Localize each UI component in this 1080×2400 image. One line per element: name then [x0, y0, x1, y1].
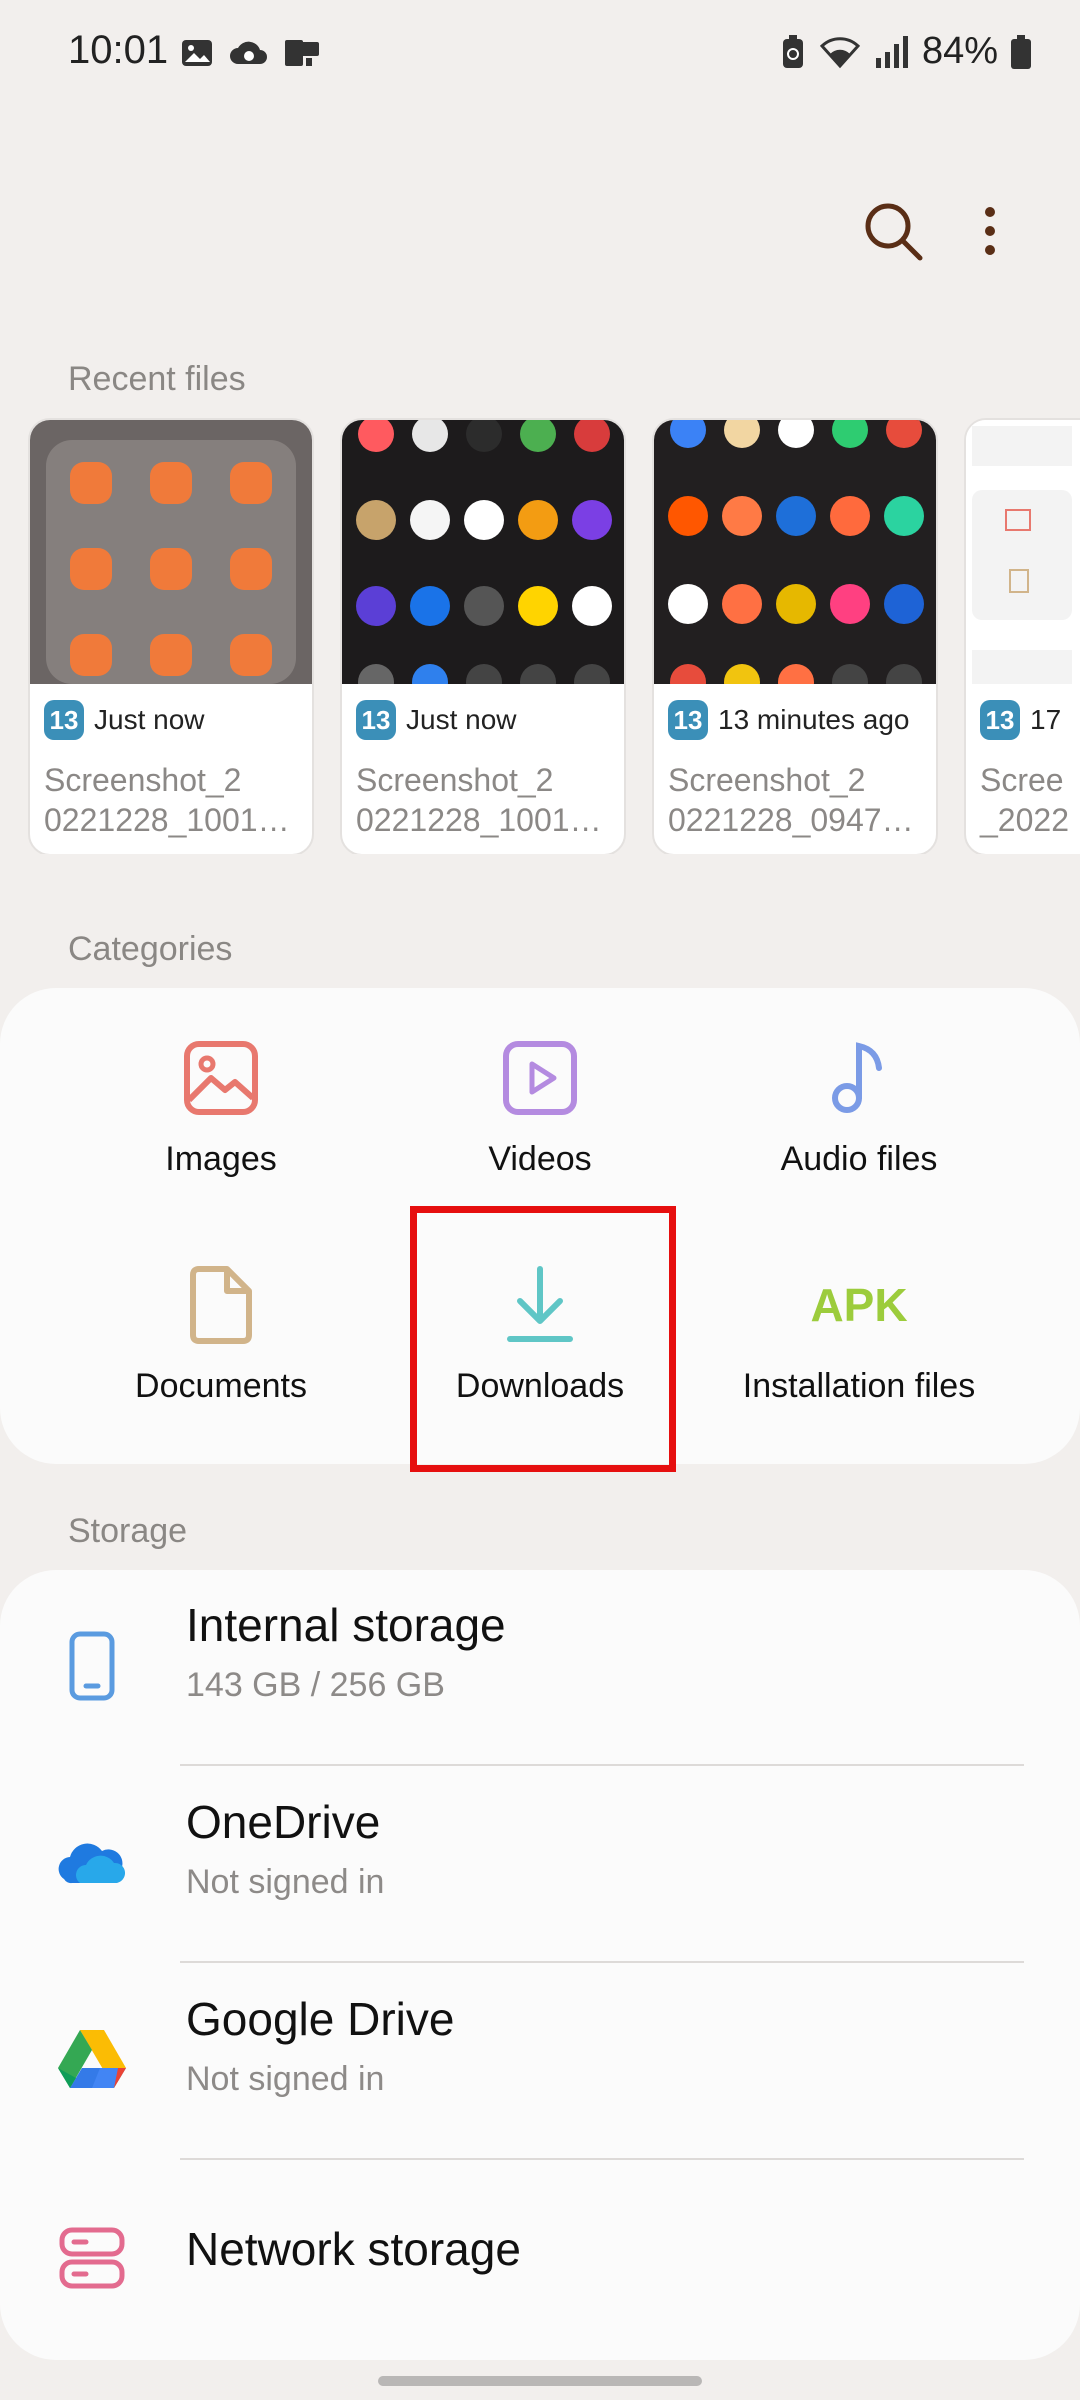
phone-icon: [69, 1631, 115, 1701]
card-time: 17: [1030, 704, 1062, 735]
storage-subtitle: 143 GB / 256 GB: [186, 1666, 445, 1704]
screenshot-app-icon: 13: [356, 700, 396, 740]
device-transfer-icon: [285, 40, 319, 66]
category-audio[interactable]: Audio files: [709, 1038, 1009, 1179]
thumbnail-preview: [46, 440, 296, 684]
category-installation-files[interactable]: APK Installation files: [709, 1265, 1009, 1406]
screenshot-app-icon: 13: [668, 700, 708, 740]
category-label: Images: [165, 1140, 277, 1178]
battery-saver-icon: [782, 34, 803, 68]
storage-subtitle: Not signed in: [186, 1863, 385, 1901]
battery-percent: 84%: [921, 30, 998, 72]
gallery-notification-icon: [182, 40, 212, 66]
google-drive-icon: [58, 2030, 126, 2088]
card-filename: Screenshot_2 0221228_0947…: [668, 762, 914, 838]
category-videos[interactable]: Videos: [390, 1038, 690, 1179]
recent-file-card[interactable]: 13 17 Scree _2022: [964, 418, 1080, 854]
onedrive-icon: [58, 1843, 126, 1884]
signal-icon: [875, 35, 908, 68]
categories-heading: Categories: [68, 930, 233, 968]
recent-file-card[interactable]: 13 Just now Screenshot_2 0221228_1001…: [340, 418, 626, 854]
status-time: 10:01: [68, 28, 169, 72]
music-note-icon: [832, 1042, 882, 1113]
card-time: 13 minutes ago: [718, 704, 910, 735]
thumbnail-preview: [972, 426, 1072, 684]
screenshot-app-icon: 13: [980, 700, 1020, 740]
status-right: 84%: [780, 30, 1032, 73]
storage-subtitle: Not signed in: [186, 2060, 385, 2098]
category-label: Installation files: [742, 1367, 976, 1405]
apk-icon: APK: [810, 1279, 907, 1331]
card-time: Just now: [94, 704, 205, 735]
home-gesture-bar[interactable]: [378, 2376, 702, 2386]
storage-title: Network storage: [186, 2223, 521, 2275]
category-images[interactable]: Images: [71, 1038, 371, 1179]
search-icon[interactable]: [858, 196, 928, 266]
category-documents[interactable]: Documents: [71, 1265, 371, 1406]
screenshot-app-icon: 13: [44, 700, 84, 740]
recent-file-card[interactable]: 13 13 minutes ago Screenshot_2 0221228_0…: [652, 418, 938, 854]
recent-files-heading: Recent files: [68, 360, 246, 398]
category-label: Videos: [488, 1140, 592, 1178]
thumbnail-preview: [668, 420, 924, 684]
card-meta: 13 Just now: [356, 700, 517, 740]
highlight-box: [410, 1206, 676, 1472]
card-time: Just now: [406, 704, 517, 735]
apk-icon-text: APK: [810, 1279, 907, 1331]
wifi-icon: [819, 36, 861, 68]
thumbnail: [342, 420, 624, 684]
card-filename: Scree _2022: [980, 762, 1069, 838]
card-filename: Screenshot_2 0221228_1001…: [356, 762, 602, 838]
storage-title: Google Drive: [186, 1993, 455, 2045]
status-notification-icons: [180, 36, 322, 70]
image-icon: [184, 1041, 258, 1115]
card-meta: 13 17: [980, 700, 1061, 740]
recent-files-list: 13 Just now Screenshot_2 0221228_1001… 1…: [28, 418, 1080, 854]
top-action-bar: [0, 190, 1080, 270]
thumbnail: [30, 420, 312, 684]
storage-item-google-drive[interactable]: Google Drive Not signed in: [0, 1962, 1080, 2158]
card-meta: 13 Just now: [44, 700, 205, 740]
storage-heading: Storage: [68, 1512, 188, 1550]
storage-item-onedrive[interactable]: OneDrive Not signed in: [0, 1765, 1080, 1961]
more-vert-icon[interactable]: [960, 196, 1020, 266]
thumbnail: [654, 420, 936, 684]
thumbnail: [966, 420, 1080, 684]
network-storage-icon: [59, 2227, 125, 2289]
cloud-sync-icon: [230, 41, 267, 64]
category-label: Audio files: [780, 1140, 938, 1178]
thumbnail-preview: [356, 420, 612, 684]
category-label: Documents: [135, 1367, 307, 1405]
storage-title: OneDrive: [186, 1796, 381, 1848]
recent-file-card[interactable]: 13 Just now Screenshot_2 0221228_1001…: [28, 418, 314, 854]
battery-icon: [1011, 34, 1031, 69]
card-filename: Screenshot_2 0221228_1001…: [44, 762, 290, 838]
status-bar: 10:01 84%: [0, 0, 1080, 110]
storage-item-network[interactable]: Network storage: [0, 2160, 1080, 2356]
document-icon: [190, 1266, 252, 1344]
card-meta: 13 13 minutes ago: [668, 700, 909, 740]
video-icon: [503, 1041, 577, 1115]
storage-item-internal[interactable]: Internal storage 143 GB / 256 GB: [0, 1568, 1080, 1764]
storage-title: Internal storage: [186, 1599, 506, 1651]
